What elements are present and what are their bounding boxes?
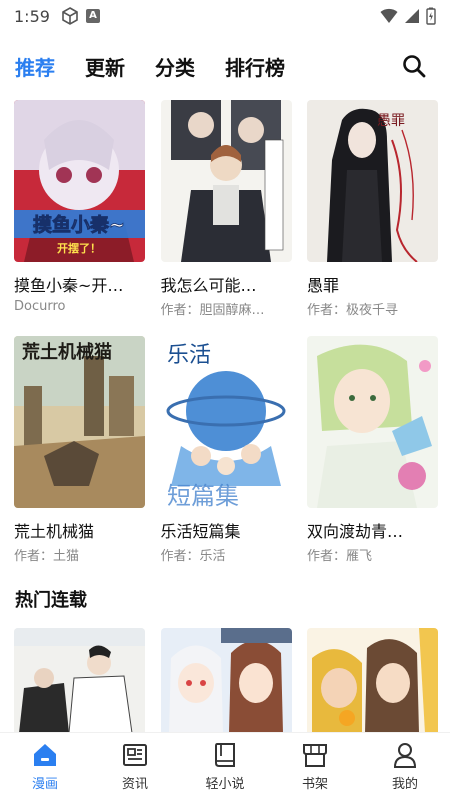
wifi-icon (380, 8, 398, 23)
book-icon (215, 743, 235, 767)
shelf-icon (303, 744, 327, 767)
comic-author: 作者：雁飞 (307, 549, 373, 564)
comic-author: Docurro (14, 299, 66, 314)
search-icon[interactable] (400, 52, 428, 80)
comic-cover: 摸鱼小秦~ 开摆了！ (14, 100, 145, 262)
tab-update[interactable]: 更新 (85, 52, 125, 81)
comic-card[interactable]: 乐活 短篇集 乐活短篇集 作者：乐活 (160, 336, 292, 564)
comic-card[interactable] (160, 628, 292, 733)
comic-cover (14, 628, 145, 733)
top-tabs: 推荐 更新 分类 排行榜 (0, 44, 450, 88)
comic-card[interactable] (14, 628, 145, 733)
news-icon (123, 744, 147, 766)
comic-card[interactable]: 双向渡劫青… 作者：雁飞 (307, 336, 438, 564)
bottom-nav: 漫画 资讯 轻小说 书架 我的 (0, 732, 450, 800)
nav-novel[interactable]: 轻小说 (185, 741, 265, 792)
comic-card[interactable]: 荒土机械猫 荒土机械猫 作者：土猫 (14, 336, 145, 564)
comic-row-3 (14, 628, 438, 733)
comic-cover (160, 100, 292, 262)
cover-subtitle-text: 短篇集 (167, 482, 239, 508)
comic-cover (307, 336, 438, 508)
home-icon (34, 744, 56, 766)
nav-shelf[interactable]: 书架 (275, 741, 355, 792)
tab-ranking[interactable]: 排行榜 (225, 52, 285, 81)
user-icon (393, 743, 417, 768)
tab-category[interactable]: 分类 (155, 52, 195, 81)
comic-card[interactable]: 愚罪 愚罪 作者：极夜千寻 (307, 100, 438, 318)
nav-label: 书架 (301, 777, 328, 792)
comic-author: 作者：乐活 (160, 549, 226, 564)
comic-card[interactable]: 摸鱼小秦~ 开摆了！ 摸鱼小秦~开… Docurro (14, 100, 145, 318)
status-bar: 1:59 A (0, 0, 450, 32)
comic-cover: 乐活 短篇集 (160, 336, 292, 508)
comic-author: 作者：极夜千寻 (307, 303, 399, 318)
status-time: 1:59 (14, 6, 50, 26)
comic-row-1: 摸鱼小秦~ 开摆了！ 摸鱼小秦~开… Docurro 我怎么可能… 作者：胆固醇… (14, 100, 438, 318)
notification-a-icon: A (85, 9, 100, 23)
comic-row-2: 荒土机械猫 荒土机械猫 作者：土猫 乐活 短篇集 乐活短篇集 作者：乐活 双向渡… (14, 336, 438, 564)
cover-title-text: 乐活 (167, 343, 211, 368)
cover-title-text: 愚罪 (377, 113, 405, 129)
comic-author: 作者：土猫 (14, 549, 80, 564)
comic-title: 双向渡劫青… (307, 522, 404, 541)
nav-news[interactable]: 资讯 (95, 741, 175, 792)
cover-title-text: 荒土机械猫 (21, 341, 112, 363)
comic-title: 乐活短篇集 (160, 522, 241, 541)
status-indicators (380, 7, 436, 25)
cover-subtitle-text: 开摆了！ (57, 241, 101, 255)
nav-mine[interactable]: 我的 (365, 741, 445, 792)
tab-recommend[interactable]: 推荐 (15, 52, 55, 81)
cover-title-text: 摸鱼小秦~ (33, 213, 125, 236)
comic-title: 愚罪 (307, 276, 340, 295)
comic-cover: 荒土机械猫 (14, 336, 145, 508)
cube-icon (62, 7, 78, 25)
nav-label: 漫画 (31, 777, 58, 792)
nav-label: 轻小说 (205, 777, 245, 792)
comic-cover: 愚罪 (307, 100, 438, 262)
section-title: 热门连载 (15, 590, 87, 611)
signal-icon (405, 9, 419, 23)
comic-cover (160, 628, 292, 733)
comic-title: 摸鱼小秦~开… (14, 276, 124, 295)
comic-author: 作者：胆固醇麻… (160, 303, 265, 318)
comic-cover (307, 628, 438, 733)
nav-label: 我的 (391, 777, 418, 792)
comic-title: 荒土机械猫 (14, 522, 95, 541)
comic-card[interactable]: 我怎么可能… 作者：胆固醇麻… (160, 100, 292, 318)
comic-title: 我怎么可能… (160, 276, 257, 295)
battery-icon (426, 7, 436, 25)
comic-card[interactable] (307, 628, 438, 733)
nav-comic[interactable]: 漫画 (5, 741, 85, 792)
nav-label: 资讯 (121, 777, 148, 792)
